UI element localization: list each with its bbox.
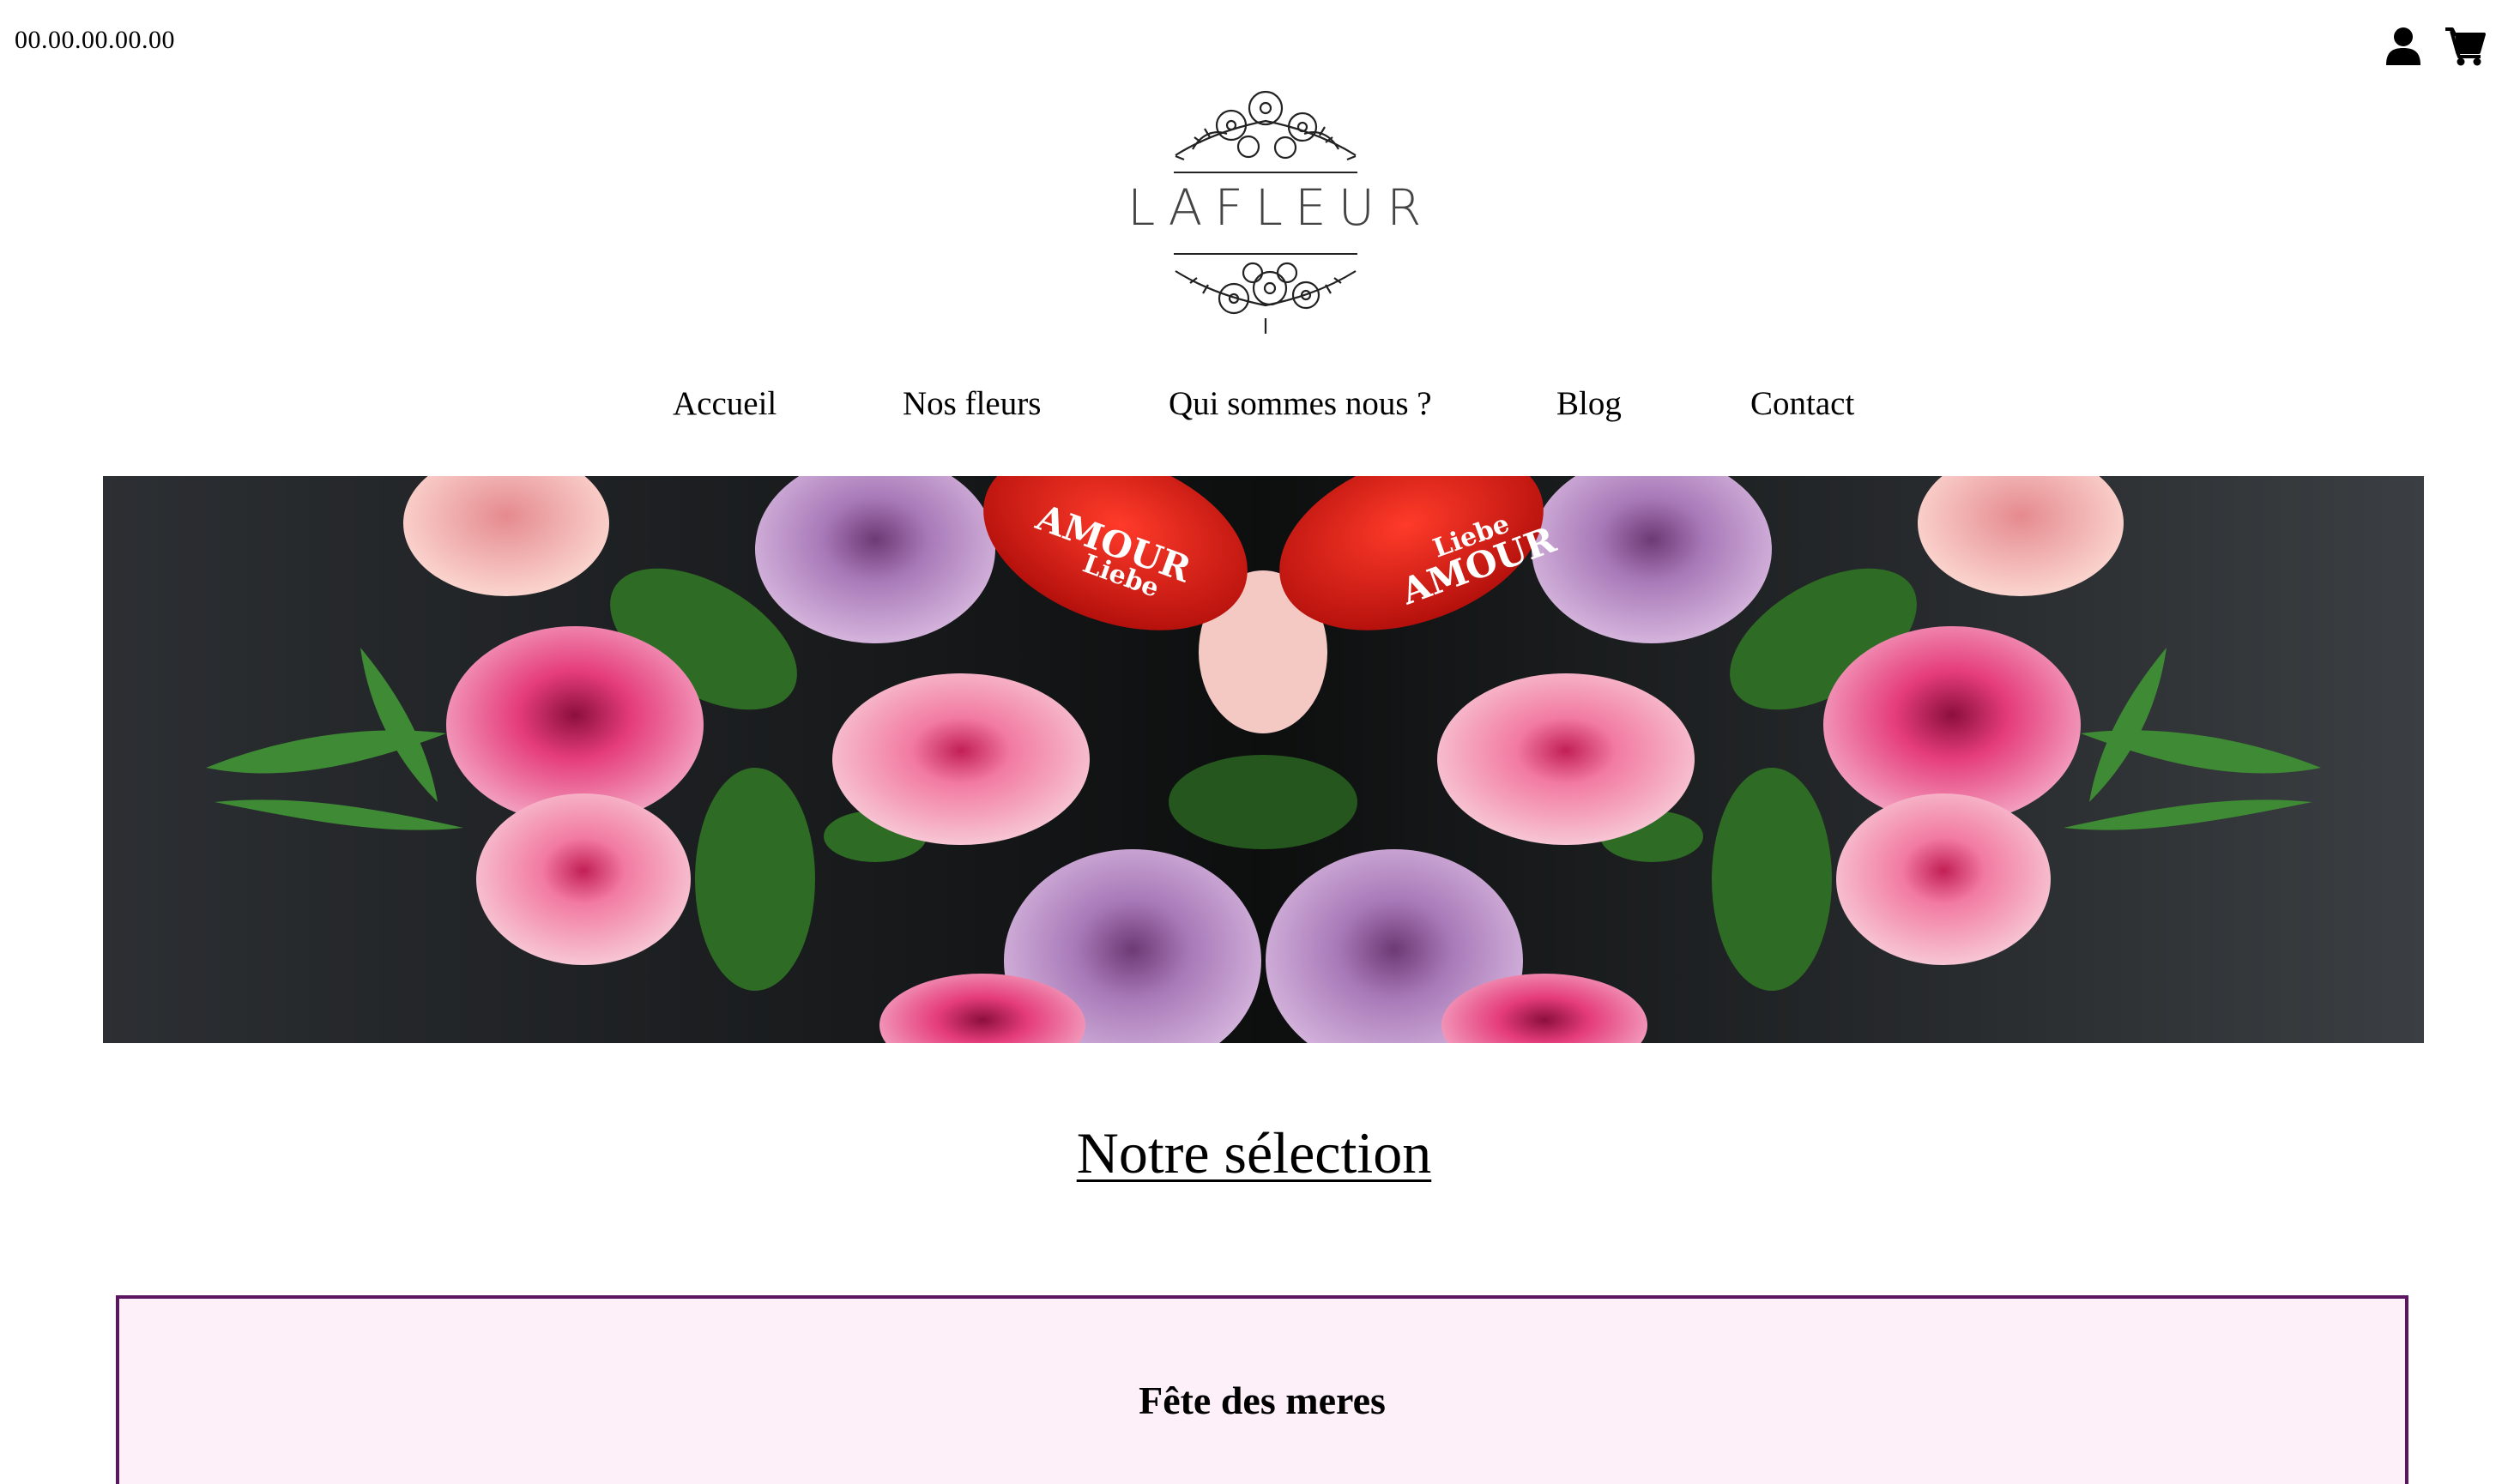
logo-wordmark: LAFLEUR [1127, 178, 1434, 237]
site-logo[interactable]: LAFLEUR [1115, 74, 1434, 340]
cart-icon[interactable] [2445, 26, 2486, 67]
main-nav: Accueil Nos fleurs Qui sommes nous ? Blo… [0, 384, 2508, 427]
nav-item-nos-fleurs[interactable]: Nos fleurs [903, 384, 1041, 423]
section-title: Notre sélection [1076, 1120, 1432, 1185]
card-title: Fête des meres [1139, 1378, 1386, 1422]
phone-number: 00.00.00.00.00 [15, 26, 175, 54]
roses-bouquet-image: AMOUR Liebe AMOUR Liebe [103, 476, 2424, 1043]
user-icon[interactable] [2384, 26, 2422, 67]
selection-card[interactable]: Fête des meres [116, 1295, 2408, 1484]
nav-item-contact[interactable]: Contact [1750, 384, 1854, 423]
nav-item-accueil[interactable]: Accueil [673, 384, 777, 423]
nav-item-blog[interactable]: Blog [1556, 384, 1622, 423]
hero-banner: AMOUR Liebe AMOUR Liebe [103, 476, 2424, 1043]
header-actions [2384, 26, 2486, 67]
nav-item-qui-sommes-nous[interactable]: Qui sommes nous ? [1169, 384, 1432, 423]
